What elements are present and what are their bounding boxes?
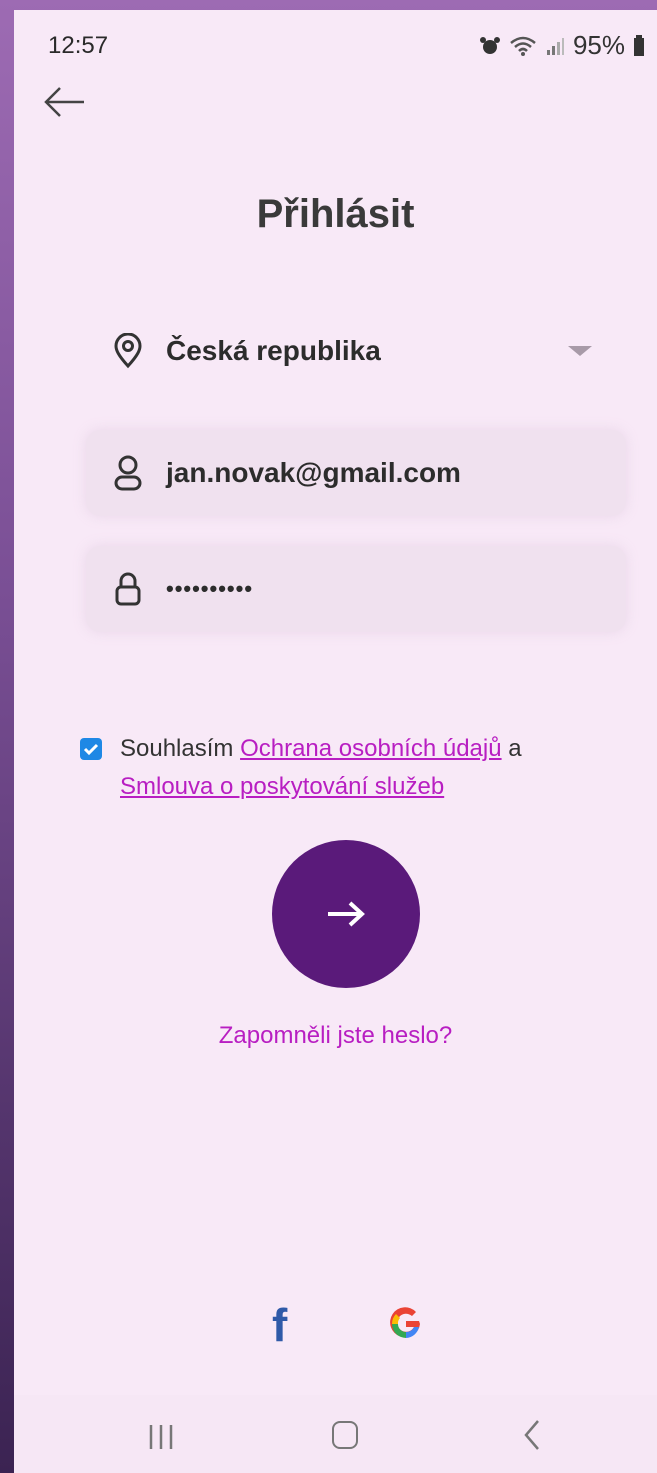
battery-icon xyxy=(634,34,644,56)
email-field[interactable]: jan.novak@gmail.com xyxy=(86,430,626,516)
status-bar: 12:57 95% xyxy=(14,10,657,80)
agreement-text: Souhlasím Ochrana osobních údajů a Smlou… xyxy=(120,730,620,806)
signal-icon xyxy=(546,37,564,55)
country-select[interactable]: Česká republika xyxy=(86,308,626,394)
battery-percentage: 95% xyxy=(572,30,625,60)
login-submit-button[interactable] xyxy=(272,840,420,988)
forgot-password-link[interactable]: Zapomněli jste heslo? xyxy=(14,1022,657,1050)
privacy-link[interactable]: Ochrana osobních údajů xyxy=(240,735,502,762)
terms-link[interactable]: Smlouva o poskytování služeb xyxy=(120,773,444,800)
chevron-down-icon xyxy=(568,346,592,356)
page-title: Přihlásit xyxy=(256,192,415,236)
status-time: 12:57 xyxy=(48,32,109,59)
google-icon[interactable] xyxy=(388,1306,424,1351)
app-screen: 12:57 95% Přihlásit Česká republika jan.… xyxy=(14,10,657,1473)
home-icon[interactable] xyxy=(332,1421,358,1449)
lock-icon xyxy=(108,569,148,609)
arrow-left-icon xyxy=(44,87,84,117)
wifi-icon xyxy=(510,36,536,56)
recent-apps-icon[interactable] xyxy=(148,1423,174,1451)
location-pin-icon xyxy=(108,331,148,371)
password-value: •••••••••• xyxy=(166,576,254,601)
agreement-conjunction: a xyxy=(508,735,522,762)
status-icons: 95% xyxy=(479,30,645,61)
system-back-icon[interactable] xyxy=(522,1419,542,1451)
facebook-icon[interactable]: f xyxy=(272,1298,287,1352)
password-field[interactable]: •••••••••• xyxy=(86,546,626,632)
email-value: jan.novak@gmail.com xyxy=(166,457,461,488)
agree-checkbox[interactable] xyxy=(80,738,102,760)
arrow-right-icon xyxy=(328,901,365,927)
system-nav-bar xyxy=(14,1395,657,1473)
alarm-icon xyxy=(479,36,500,54)
country-value: Česká republika xyxy=(166,335,381,366)
check-icon xyxy=(83,743,99,756)
agreement-prefix: Souhlasím xyxy=(120,735,234,762)
user-icon xyxy=(108,453,148,493)
back-button[interactable] xyxy=(42,82,88,122)
